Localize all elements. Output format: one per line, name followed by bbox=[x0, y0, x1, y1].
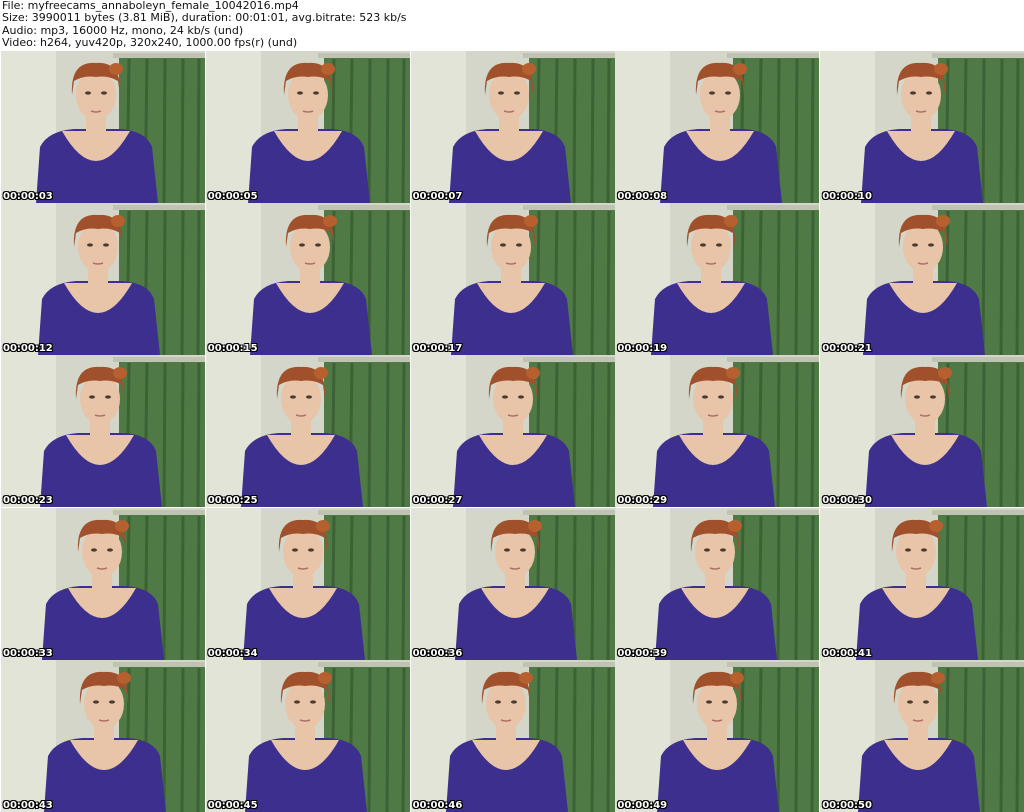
frame-image bbox=[1, 51, 205, 203]
video-thumbnail: 00:00:12 bbox=[1, 203, 205, 356]
thumbnail-timestamp: 00:00:10 bbox=[822, 191, 872, 202]
frame-image bbox=[615, 507, 820, 660]
frame-image bbox=[205, 507, 410, 660]
video-thumbnail: 00:00:21 bbox=[820, 203, 1024, 356]
frame-image bbox=[410, 355, 615, 508]
video-thumbnail: 00:00:46 bbox=[410, 659, 615, 812]
thumbnail-timestamp: 00:00:45 bbox=[207, 799, 258, 811]
thumbnail-timestamp: 00:00:12 bbox=[3, 343, 53, 355]
thumbnail-timestamp: 00:00:29 bbox=[617, 495, 668, 507]
frame-image bbox=[615, 659, 820, 812]
thumbnail-timestamp: 00:00:17 bbox=[412, 343, 463, 355]
video-thumbnail: 00:00:19 bbox=[615, 203, 820, 356]
frame-image bbox=[205, 355, 410, 508]
thumbnail-timestamp: 00:00:05 bbox=[207, 191, 258, 202]
frame-image bbox=[615, 51, 820, 203]
frame-image bbox=[410, 507, 615, 660]
frame-image bbox=[410, 51, 615, 203]
file-size-line: Size: 3990011 bytes (3.81 MiB), duration… bbox=[2, 11, 407, 25]
video-thumbnail: 00:00:49 bbox=[615, 659, 820, 812]
thumbnail-timestamp: 00:00:39 bbox=[617, 647, 668, 659]
frame-image bbox=[615, 203, 820, 356]
video-thumbnail: 00:00:03 bbox=[1, 51, 205, 203]
video-thumbnail: 00:00:33 bbox=[1, 507, 205, 660]
thumbnail-timestamp: 00:00:23 bbox=[3, 495, 53, 507]
frame-image bbox=[1, 203, 205, 356]
frame-image bbox=[205, 659, 410, 812]
frame-image bbox=[1, 507, 205, 660]
video-info-line: Video: h264, yuv420p, 320x240, 1000.00 f… bbox=[2, 35, 298, 49]
frame-image bbox=[410, 203, 615, 356]
video-thumbnail: 00:00:50 bbox=[820, 659, 1024, 812]
video-thumbnail: 00:00:25 bbox=[205, 355, 410, 508]
video-thumbnail: 00:00:29 bbox=[615, 355, 820, 508]
thumbnail-timestamp: 00:00:07 bbox=[412, 191, 463, 202]
thumbnail-grid: 00:00:03 00:00:05 00:00:07 00:00:08 00:0… bbox=[0, 50, 1024, 812]
thumbnail-timestamp: 00:00:46 bbox=[412, 799, 463, 811]
video-thumbnail: 00:00:05 bbox=[205, 51, 410, 203]
file-info-header: File: myfreecams_annaboleyn_female_10042… bbox=[0, 0, 1024, 50]
thumbnail-timestamp: 00:00:19 bbox=[617, 343, 668, 355]
thumbnail-timestamp: 00:00:21 bbox=[822, 343, 872, 355]
frame-image bbox=[820, 51, 1024, 203]
video-thumbnail: 00:00:07 bbox=[410, 51, 615, 203]
frame-image bbox=[205, 51, 410, 203]
video-thumbnail: 00:00:45 bbox=[205, 659, 410, 812]
frame-image bbox=[615, 355, 820, 508]
video-thumbnail: 00:00:41 bbox=[820, 507, 1024, 660]
audio-info-line: Audio: mp3, 16000 Hz, mono, 24 kb/s (und… bbox=[2, 23, 244, 37]
video-thumbnail: 00:00:36 bbox=[410, 507, 615, 660]
thumbnail-timestamp: 00:00:34 bbox=[207, 647, 258, 659]
video-thumbnail: 00:00:43 bbox=[1, 659, 205, 812]
thumbnail-timestamp: 00:00:27 bbox=[412, 495, 463, 507]
thumbnail-timestamp: 00:00:49 bbox=[617, 799, 668, 811]
frame-image bbox=[1, 355, 205, 508]
thumbnail-timestamp: 00:00:15 bbox=[207, 343, 258, 355]
frame-image bbox=[820, 507, 1024, 660]
thumbnail-timestamp: 00:00:08 bbox=[617, 191, 668, 202]
thumbnail-timestamp: 00:00:33 bbox=[3, 647, 53, 659]
video-thumbnail: 00:00:17 bbox=[410, 203, 615, 356]
video-thumbnail: 00:00:23 bbox=[1, 355, 205, 508]
thumbnail-timestamp: 00:00:30 bbox=[822, 495, 872, 507]
frame-image bbox=[205, 203, 410, 356]
frame-image bbox=[820, 355, 1024, 508]
thumbnail-timestamp: 00:00:41 bbox=[822, 647, 872, 659]
video-thumbnail: 00:00:34 bbox=[205, 507, 410, 660]
thumbnail-timestamp: 00:00:36 bbox=[412, 647, 463, 659]
video-thumbnail: 00:00:39 bbox=[615, 507, 820, 660]
video-thumbnail: 00:00:08 bbox=[615, 51, 820, 203]
frame-image bbox=[1, 659, 205, 812]
frame-image bbox=[410, 659, 615, 812]
frame-image bbox=[820, 203, 1024, 356]
thumbnail-timestamp: 00:00:43 bbox=[3, 799, 53, 811]
thumbnail-timestamp: 00:00:50 bbox=[822, 799, 872, 811]
video-thumbnail: 00:00:27 bbox=[410, 355, 615, 508]
video-thumbnail: 00:00:30 bbox=[820, 355, 1024, 508]
thumbnail-timestamp: 00:00:25 bbox=[207, 495, 258, 507]
frame-image bbox=[820, 659, 1024, 812]
video-thumbnail: 00:00:10 bbox=[820, 51, 1024, 203]
video-thumbnail: 00:00:15 bbox=[205, 203, 410, 356]
thumbnail-timestamp: 00:00:03 bbox=[3, 191, 53, 202]
